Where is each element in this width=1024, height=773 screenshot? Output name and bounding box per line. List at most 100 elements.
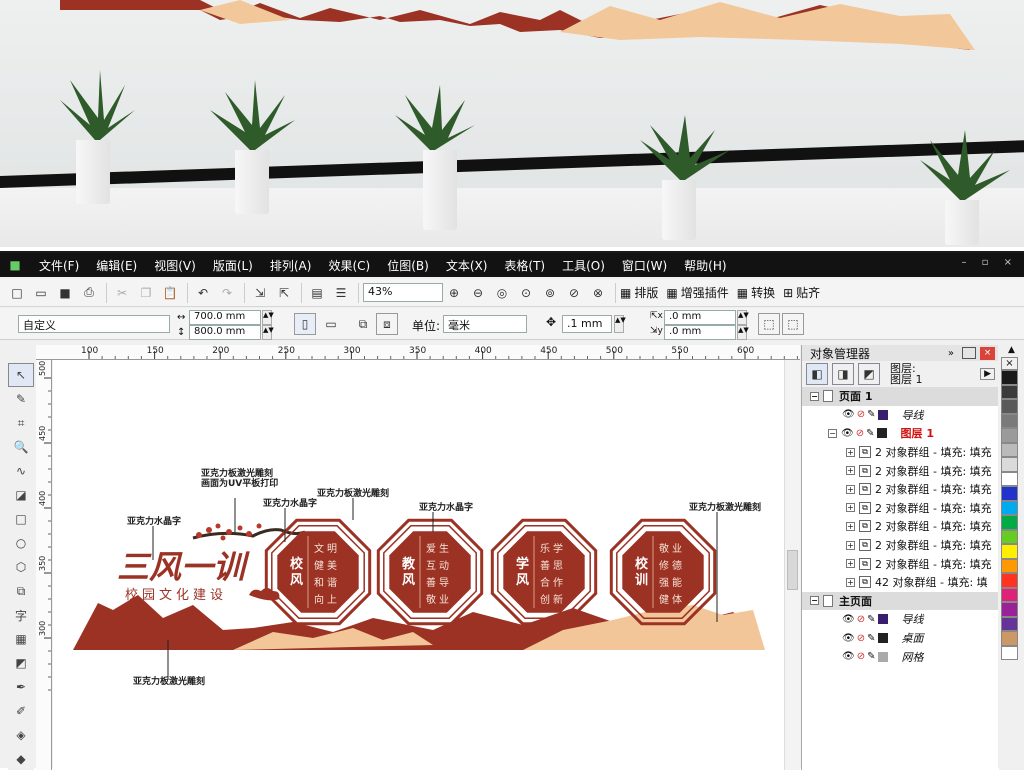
export-icon[interactable]: ⇱ <box>273 282 295 304</box>
palette-swatch[interactable] <box>1001 399 1018 414</box>
print-disabled-icon[interactable]: ⊘ <box>857 409 865 420</box>
ellipse-tool-icon[interactable]: ○ <box>8 531 34 555</box>
menu-edit[interactable]: 编辑(E) <box>90 257 143 274</box>
visibility-eye-icon[interactable]: 👁 <box>842 651 855 662</box>
expand-icon[interactable]: + <box>846 577 855 587</box>
palette-swatch[interactable] <box>1001 486 1018 501</box>
page-node[interactable]: − 主页面 <box>802 591 998 611</box>
treat-as-filled-icon[interactable]: ⬚ <box>758 313 780 335</box>
show-properties-icon[interactable]: ◧ <box>806 363 828 385</box>
snap-to-page-icon[interactable]: ⬚ <box>782 313 804 335</box>
palette-swatch[interactable] <box>1001 544 1018 559</box>
pick-tool-icon[interactable]: ↖ <box>8 363 34 387</box>
shape-tool-icon[interactable]: ✎ <box>8 387 34 411</box>
palette-swatch[interactable] <box>1001 558 1018 573</box>
drawing-canvas[interactable]: 三风一训 校园文化建设 校风文明 健美 和谐 向上教风爱生 互动 善导 敬业学风乐学 善思 合作… <box>53 360 784 770</box>
table-tool-icon[interactable]: ▦ <box>8 627 34 651</box>
palette-swatch[interactable] <box>1001 616 1018 631</box>
dup-x-stepper[interactable]: ▲▼ <box>737 310 749 325</box>
vertical-ruler[interactable]: 500 450 400 350 300 <box>36 360 52 770</box>
object-group-node[interactable]: + ⧉ 2 对象群组 - 填充: 填充 <box>802 499 998 518</box>
palette-swatch[interactable] <box>1001 428 1018 443</box>
print-disabled-icon[interactable]: ⊘ <box>857 614 865 625</box>
palette-swatch[interactable] <box>1001 602 1018 617</box>
zoom-select[interactable]: 43% <box>363 283 443 302</box>
nudge-stepper[interactable]: ▲▼ <box>614 315 626 333</box>
expand-icon[interactable]: + <box>846 466 855 476</box>
print-icon[interactable]: ⎙ <box>78 282 100 304</box>
palette-swatch[interactable] <box>1001 471 1018 486</box>
object-group-node[interactable]: + ⧉ 42 对象群组 - 填充: 填 <box>802 573 998 592</box>
interactive-fill-icon[interactable]: ◆ <box>8 747 34 771</box>
welcome-icon[interactable]: ☰ <box>330 282 352 304</box>
width-stepper[interactable]: ▲▼ <box>262 310 274 325</box>
zoom-width-icon[interactable]: ⊘ <box>563 282 585 304</box>
layer-node[interactable]: 👁 ⊘ ✎ 导线 <box>802 406 998 425</box>
height-stepper[interactable]: ▲▼ <box>262 325 274 340</box>
rectangle-tool-icon[interactable]: □ <box>8 507 34 531</box>
menu-arrange[interactable]: 排列(A) <box>264 257 318 274</box>
palette-swatch[interactable] <box>1001 587 1018 602</box>
visibility-eye-icon[interactable]: 👁 <box>841 428 854 439</box>
palette-swatch[interactable] <box>1001 370 1018 385</box>
object-group-node[interactable]: + ⧉ 2 对象群组 - 填充: 填充 <box>802 554 998 573</box>
page-preset-select[interactable]: 自定义 <box>18 315 170 333</box>
collapse-icon[interactable]: − <box>810 596 819 606</box>
blend-tool-icon[interactable]: ◩ <box>8 651 34 675</box>
landscape-icon[interactable]: ▭ <box>320 313 342 335</box>
visibility-eye-icon[interactable]: 👁 <box>842 409 855 420</box>
menu-help[interactable]: 帮助(H) <box>678 257 732 274</box>
menu-layout[interactable]: 版面(L) <box>207 257 259 274</box>
freehand-tool-icon[interactable]: ∿ <box>8 459 34 483</box>
current-page-icon[interactable]: ⧈ <box>376 313 398 335</box>
zoom-page-icon[interactable]: ⊚ <box>539 282 561 304</box>
window-controls[interactable]: – ▫ × <box>961 257 1018 268</box>
object-group-node[interactable]: + ⧉ 2 对象群组 - 填充: 填充 <box>802 443 998 462</box>
crop-tool-icon[interactable]: ⌗ <box>8 411 34 435</box>
palette-swatch[interactable] <box>1001 457 1018 472</box>
close-icon[interactable]: × <box>980 346 995 360</box>
paste-icon[interactable]: 📋 <box>159 282 181 304</box>
menu-table[interactable]: 表格(T) <box>498 257 551 274</box>
palette-swatch[interactable] <box>1001 384 1018 399</box>
edit-pencil-icon[interactable]: ✎ <box>867 651 875 662</box>
expand-icon[interactable]: + <box>846 484 855 494</box>
zoom-height-icon[interactable]: ⊗ <box>587 282 609 304</box>
expand-icon[interactable]: + <box>846 447 855 457</box>
palette-swatch[interactable] <box>1001 500 1018 515</box>
layer-node[interactable]: 👁 ⊘ ✎ 网格 <box>802 647 998 666</box>
palette-swatch[interactable] <box>1001 529 1018 544</box>
cut-icon[interactable]: ✂ <box>111 282 133 304</box>
redo-icon[interactable]: ↷ <box>216 282 238 304</box>
polygon-tool-icon[interactable]: ⬡ <box>8 555 34 579</box>
expand-icon[interactable]: + <box>846 559 855 569</box>
collapse-icon[interactable]: − <box>810 391 819 401</box>
edit-across-layers-icon[interactable]: ◨ <box>832 363 854 385</box>
visibility-eye-icon[interactable]: 👁 <box>842 633 855 644</box>
palette-swatch[interactable] <box>1001 645 1018 660</box>
print-disabled-icon[interactable]: ⊘ <box>857 651 865 662</box>
unit-select[interactable]: 毫米 <box>443 315 527 333</box>
palette-swatch[interactable] <box>1001 631 1018 646</box>
minimize-icon[interactable] <box>962 347 976 359</box>
edit-pencil-icon[interactable]: ✎ <box>867 409 875 420</box>
import-icon[interactable]: ⇲ <box>249 282 271 304</box>
copy-icon[interactable]: ❐ <box>135 282 157 304</box>
collapse-icon[interactable]: − <box>828 428 837 438</box>
basic-shapes-icon[interactable]: ⧉ <box>8 579 34 603</box>
duplicate-y-input[interactable]: .0 mm <box>664 325 736 340</box>
layer-node[interactable]: − 👁 ⊘ ✎ 图层 1 <box>802 424 998 443</box>
undo-icon[interactable]: ↶ <box>192 282 214 304</box>
layer-node[interactable]: 👁 ⊘ ✎ 桌面 <box>802 629 998 648</box>
zoom-out-icon[interactable]: ⊖ <box>467 282 489 304</box>
collapse-icon[interactable]: » <box>948 348 954 359</box>
zoom-selected-icon[interactable]: ◎ <box>491 282 513 304</box>
menu-view[interactable]: 视图(V) <box>148 257 202 274</box>
save-icon[interactable]: ■ <box>54 282 76 304</box>
menu-tools[interactable]: 工具(O) <box>556 257 611 274</box>
object-group-node[interactable]: + ⧉ 2 对象群组 - 填充: 填充 <box>802 517 998 536</box>
new-icon[interactable]: □ <box>6 282 28 304</box>
plugin-button[interactable]: ▦ 增强插件 <box>666 284 728 301</box>
portrait-icon[interactable]: ▯ <box>294 313 316 335</box>
palette-swatch[interactable] <box>1001 573 1018 588</box>
